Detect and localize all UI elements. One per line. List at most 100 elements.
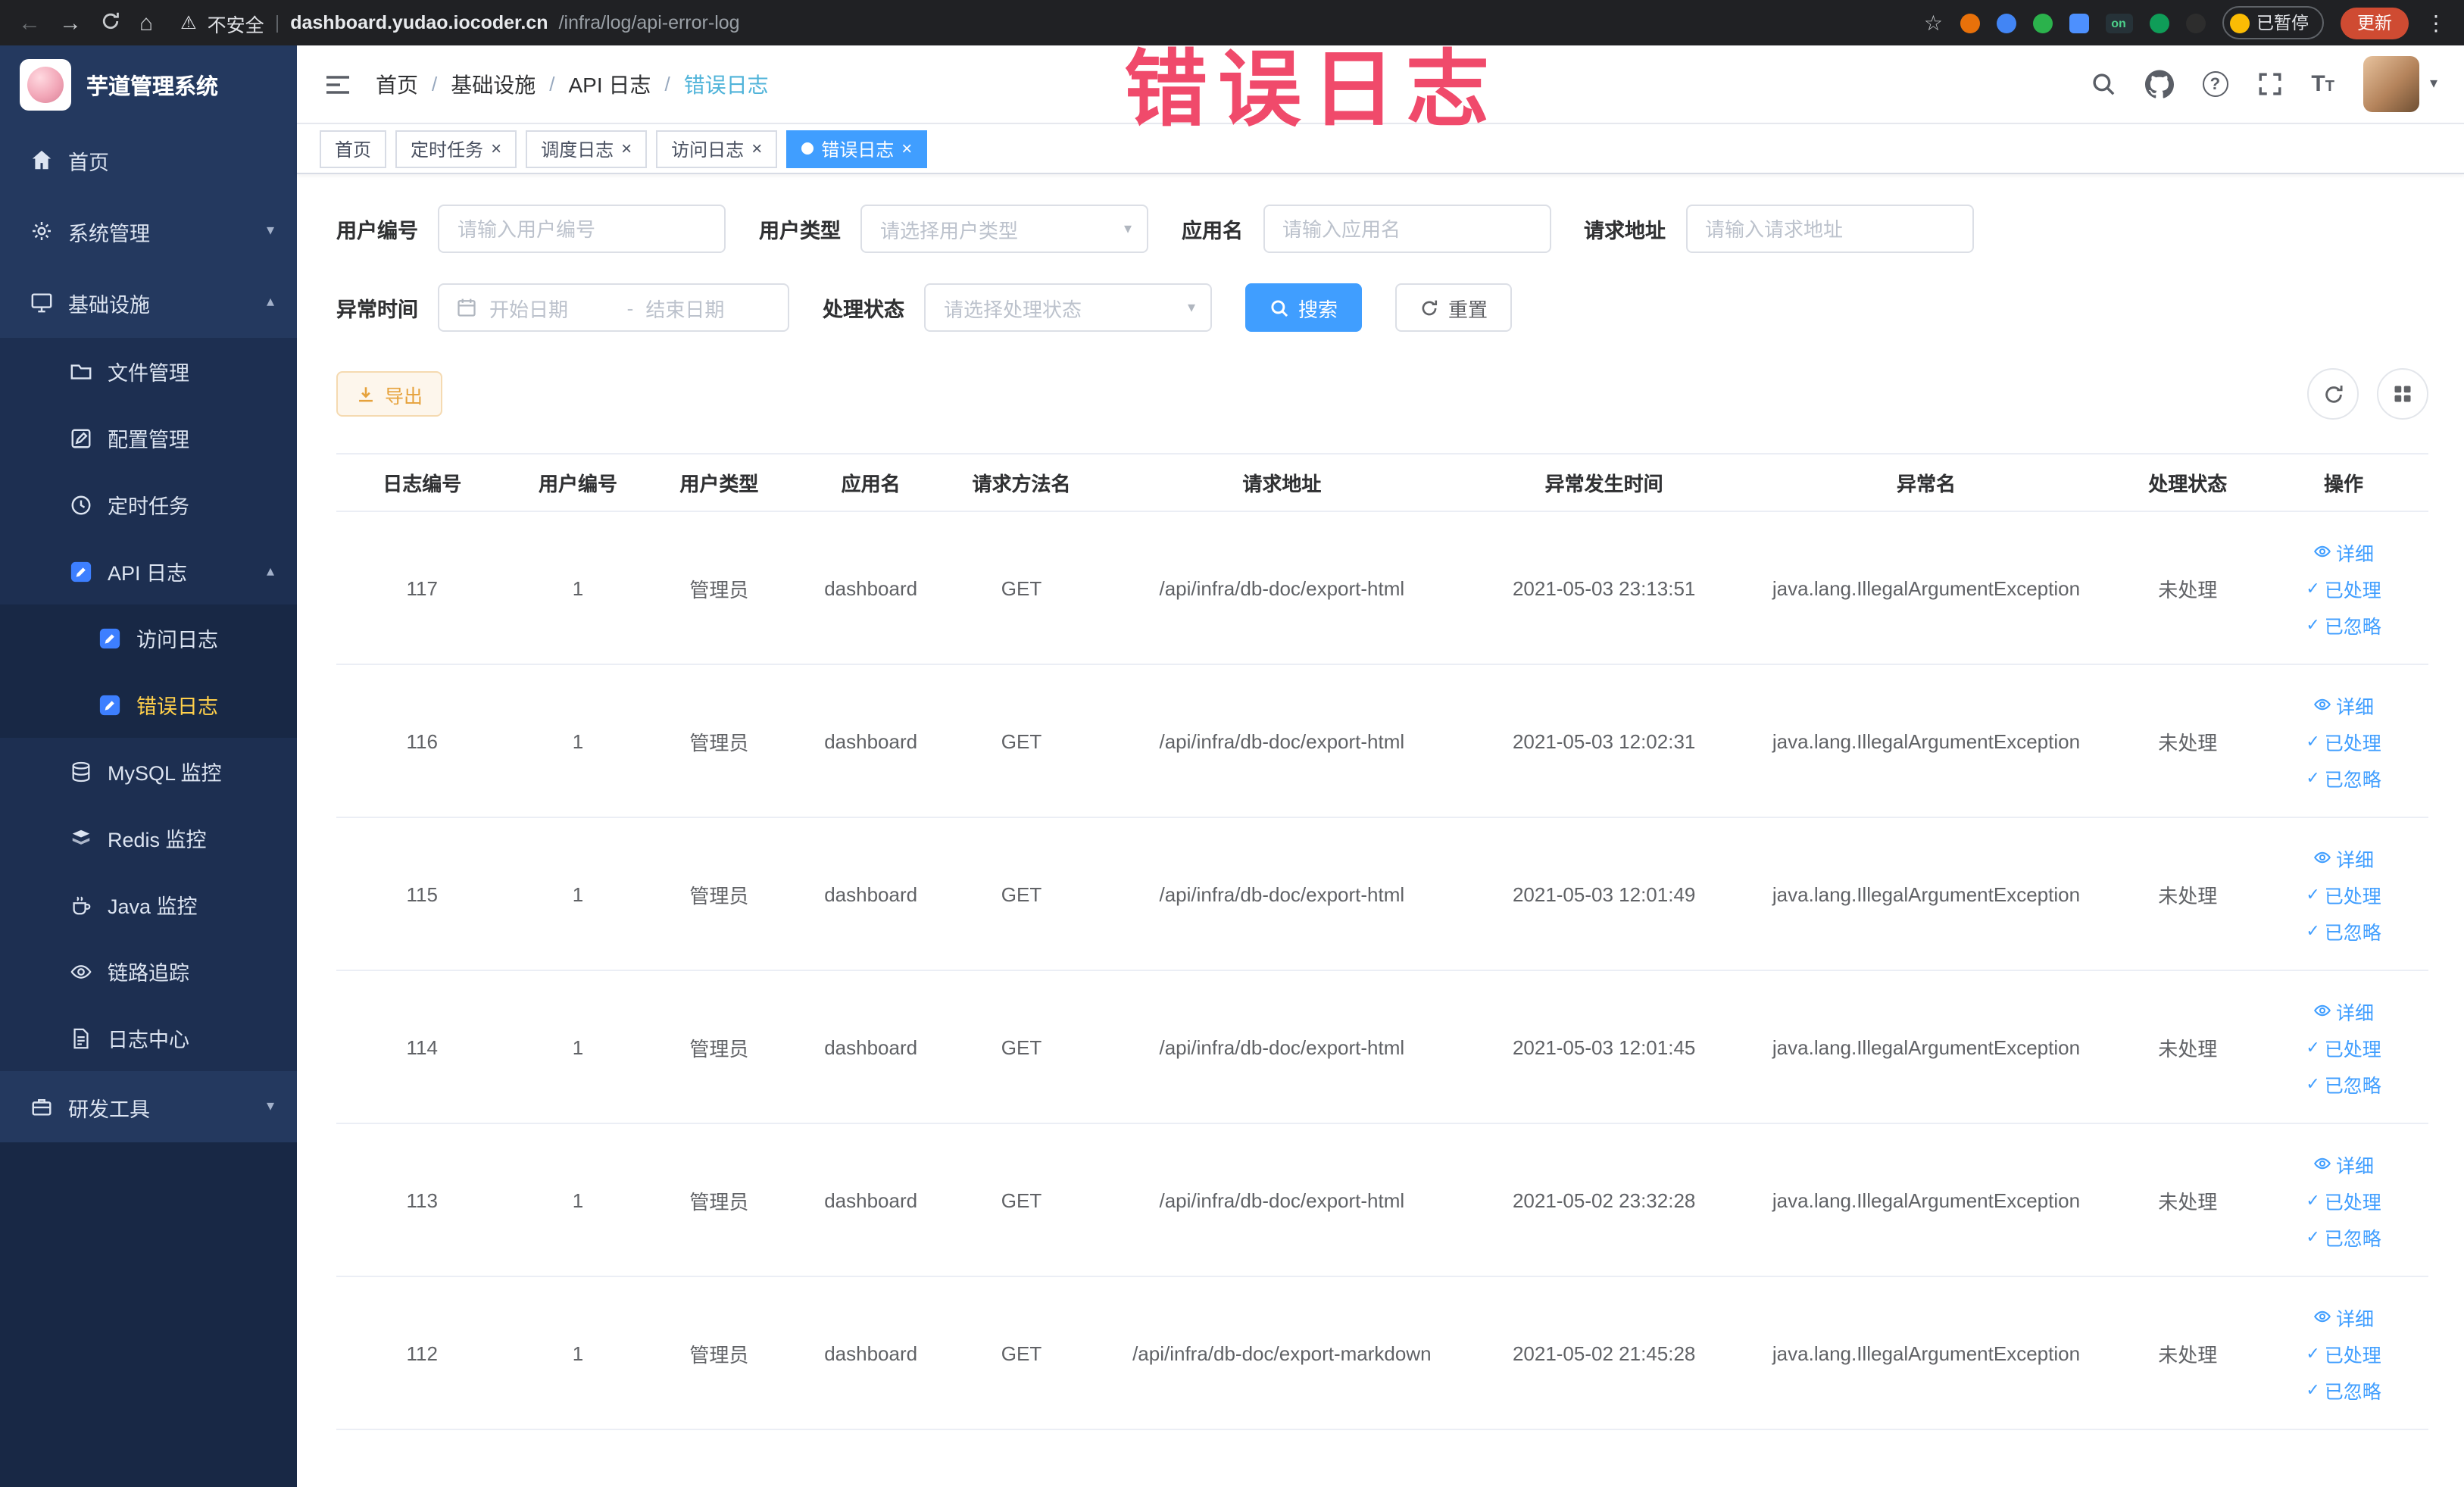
mark-ignored-link[interactable]: ✓ 已忽略 [2306,916,2381,945]
sidebar-item-redis-monitor[interactable]: Redis 监控 [0,804,297,871]
sidebar-item-java-monitor[interactable]: Java 监控 [0,871,297,938]
process-status-select[interactable]: 请选择处理状态 ▾ [924,283,1212,332]
filter-label: 用户编号 [336,220,418,242]
sidebar-item-infrastructure[interactable]: 基础设施 ▴ [0,267,297,338]
date-range-picker[interactable]: 开始日期 - 结束日期 [438,283,789,332]
sidebar-item-mysql-monitor[interactable]: MySQL 监控 [0,738,297,804]
forward-icon[interactable]: → [59,11,82,34]
close-icon[interactable]: × [621,139,632,158]
sidebar-item-log-center[interactable]: 日志中心 [0,1004,297,1071]
column-header-user-id: 用户编号 [507,453,648,512]
mark-processed-link[interactable]: ✓ 已处理 [2306,573,2381,602]
request-url-input[interactable] [1685,205,1973,253]
export-button[interactable]: 导出 [336,371,443,417]
app-logo[interactable]: 芋道管理系统 [0,45,297,124]
app-shell: 芋道管理系统 首页 系统管理 ▾ 基础设施 ▴ 文件管理 配置管理 定时任务 A… [0,45,2464,1487]
select-placeholder: 请选择处理状态 [944,298,1082,320]
user-avatar [2363,56,2419,112]
extension-icon-leaf[interactable] [2149,13,2169,33]
detail-link[interactable]: 详细 [2313,996,2374,1025]
user-id-input[interactable] [438,205,726,253]
back-icon[interactable]: ← [18,11,41,34]
extension-icon-on-badge[interactable]: on [2105,13,2132,33]
column-header-exception-name: 异常名 [1735,453,2117,512]
mark-ignored-link[interactable]: ✓ 已忽略 [2306,1069,2381,1098]
breadcrumb-api-logs[interactable]: API 日志 [569,69,651,99]
sidebar-item-file-management[interactable]: 文件管理 [0,338,297,405]
profile-paused-chip[interactable]: 已暂停 [2222,6,2324,39]
tab-access-logs[interactable]: 访问日志 × [656,130,778,167]
mark-ignored-link[interactable]: ✓ 已忽略 [2306,1375,2381,1404]
mark-processed-link[interactable]: ✓ 已处理 [2306,1186,2381,1214]
reset-button[interactable]: 重置 [1395,283,1513,332]
mark-processed-link[interactable]: ✓ 已处理 [2306,1032,2381,1061]
user-type-select[interactable]: 请选择用户类型 ▾ [860,205,1148,253]
mark-processed-link[interactable]: ✓ 已处理 [2306,879,2381,908]
chevron-down-icon: ▾ [2429,76,2437,92]
help-icon[interactable]: ? [2202,71,2228,97]
search-button[interactable]: 搜索 [1245,283,1363,332]
sidebar-item-config-management[interactable]: 配置管理 [0,405,297,471]
extension-icon-record[interactable] [1960,13,1979,33]
fullscreen-icon[interactable] [2256,71,2282,97]
detail-link[interactable]: 详细 [2313,537,2374,566]
check-icon: ✓ [2306,616,2320,634]
mark-ignored-link[interactable]: ✓ 已忽略 [2306,763,2381,792]
extension-icon-drop[interactable] [1996,13,2016,33]
sidebar-toggle-icon[interactable] [324,72,351,96]
breadcrumb-infrastructure[interactable]: 基础设施 [451,69,536,99]
address-bar[interactable]: ⚠ 不安全 | dashboard.yudao.iocoder.cn /infr… [180,8,1906,37]
tabs-bar: 首页 定时任务 × 调度日志 × 访问日志 × 错误日志 × [297,124,2464,174]
browser-actions: ☆ on 已暂停 更新 ⋮ [1924,6,2447,39]
close-icon[interactable]: × [901,139,912,158]
detail-link[interactable]: 详细 [2313,843,2374,872]
sidebar-item-link-tracing[interactable]: 链路追踪 [0,938,297,1004]
actions-cell: 详细 ✓ 已处理 ✓ 已忽略 [2259,970,2428,1124]
sidebar-item-scheduled-tasks[interactable]: 定时任务 [0,471,297,538]
mark-ignored-link[interactable]: ✓ 已忽略 [2306,610,2381,639]
detail-link[interactable]: 详细 [2313,1149,2374,1178]
detail-link[interactable]: 详细 [2313,690,2374,719]
github-icon[interactable] [2144,70,2174,98]
mark-ignored-link[interactable]: ✓ 已忽略 [2306,1222,2381,1251]
sidebar-item-error-logs[interactable]: 错误日志 [0,671,297,738]
close-icon[interactable]: × [751,139,762,158]
refresh-table-button[interactable] [2307,368,2359,420]
breadcrumb-home[interactable]: 首页 [376,69,418,99]
browser-update-button[interactable]: 更新 [2341,7,2409,39]
sidebar-item-home[interactable]: 首页 [0,124,297,195]
search-icon[interactable] [2090,71,2116,97]
sidebar-item-label: 日志中心 [108,1029,189,1051]
sidebar-item-label: 配置管理 [108,429,189,451]
user-menu[interactable]: ▾ [2363,56,2437,112]
sidebar-item-label: Redis 监控 [108,829,207,851]
tab-home[interactable]: 首页 [320,130,387,167]
reload-icon[interactable] [100,10,121,36]
browser-toolbar: ← → ⌂ ⚠ 不安全 | dashboard.yudao.iocoder.cn… [0,0,2464,45]
tab-schedule-logs[interactable]: 调度日志 × [526,130,648,167]
extension-icon-circle[interactable] [2032,13,2052,33]
close-icon[interactable]: × [491,139,501,158]
tab-scheduled-tasks[interactable]: 定时任务 × [395,130,517,167]
detail-link[interactable]: 详细 [2313,1302,2374,1331]
extension-icon-grid[interactable] [2069,13,2088,33]
sidebar-item-label: 链路追踪 [108,962,189,985]
clock-icon [68,492,92,517]
sidebar-filler [0,1142,297,1487]
sidebar-item-system-management[interactable]: 系统管理 ▾ [0,195,297,267]
bookmark-star-icon[interactable]: ☆ [1924,10,1943,36]
browser-menu-icon[interactable]: ⋮ [2425,10,2447,36]
app-name-input[interactable] [1263,205,1551,253]
tab-error-logs[interactable]: 错误日志 × [786,130,928,167]
sidebar-item-access-logs[interactable]: 访问日志 [0,604,297,671]
font-size-icon[interactable]: TT [2311,71,2334,97]
sidebar-item-dev-tools[interactable]: 研发工具 ▾ [0,1071,297,1142]
table-body: 117 1 管理员 dashboard GET /api/infra/db-do… [336,511,2428,1430]
app-name-cell: dashboard [790,1123,951,1277]
column-settings-button[interactable] [2377,368,2428,420]
sidebar-item-api-logs[interactable]: API 日志 ▴ [0,538,297,604]
mark-processed-link[interactable]: ✓ 已处理 [2306,726,2381,755]
mark-processed-link[interactable]: ✓ 已处理 [2306,1339,2381,1367]
home-button-icon[interactable]: ⌂ [139,11,153,34]
extension-icon-paw[interactable] [2185,13,2205,33]
